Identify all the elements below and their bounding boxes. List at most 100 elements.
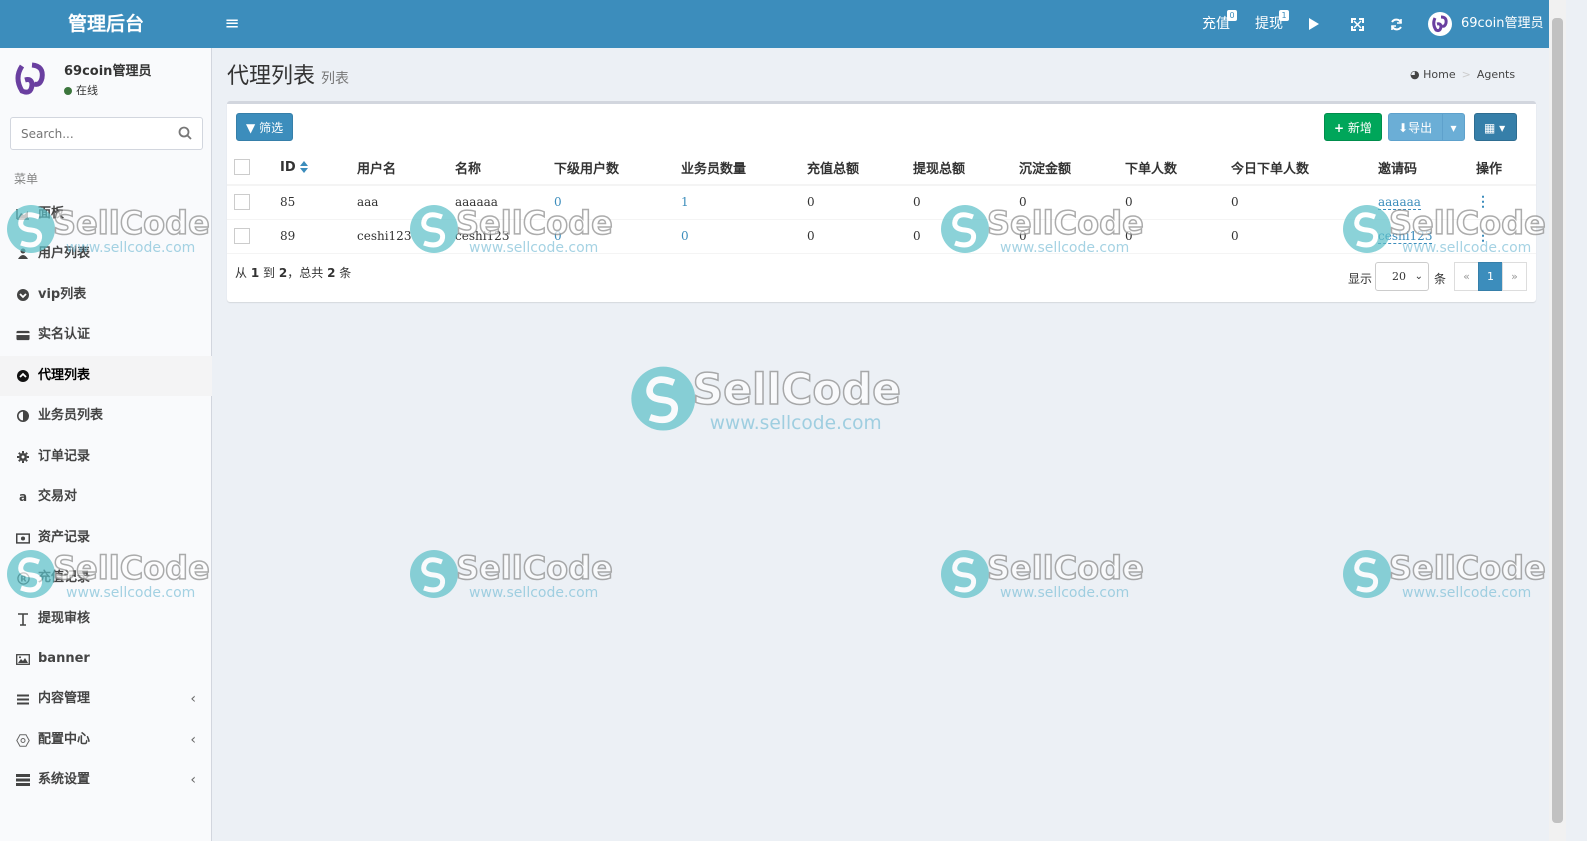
watermark-logo-icon (1343, 550, 1391, 598)
money-icon (16, 531, 30, 545)
sidebar-item-recharge[interactable]: R 充值记录 (0, 558, 212, 598)
cell-name: ceshi123 (455, 219, 554, 254)
pagination-info: 从 1 到 2，总共 2 条 (235, 266, 352, 280)
sidebar-item-content[interactable]: 内容管理 ‹ (0, 679, 212, 719)
prev-page-button[interactable]: « (1454, 262, 1479, 291)
sidebar-toggle-icon[interactable]: ≡ (222, 14, 242, 34)
online-status: 在线 (64, 82, 98, 98)
cell-invite-code[interactable]: aaaaaa (1378, 195, 1421, 211)
svg-text:R: R (20, 574, 26, 583)
play-icon[interactable] (1304, 14, 1324, 34)
amazon-icon: a (18, 490, 28, 504)
sidebar-item-dashboard[interactable]: 面板 (0, 194, 212, 234)
cell-today-order-people: 0 (1231, 219, 1378, 254)
app-logo[interactable]: 管理后台 (0, 0, 212, 48)
sort-icon (299, 161, 308, 173)
online-dot-icon (64, 87, 72, 95)
scrollbar-thumb[interactable] (1552, 18, 1563, 823)
user-avatar (9, 58, 51, 100)
image-icon (16, 652, 30, 666)
recharge-button[interactable]: 充值 (1202, 0, 1230, 48)
sidebar-item-agents[interactable]: 代理列表 (0, 356, 212, 396)
withdraw-button[interactable]: 提现 (1255, 0, 1283, 48)
more-actions-icon[interactable]: ⋮ (1476, 194, 1490, 210)
column-header-salesmen: 业务员数量 (681, 150, 807, 186)
sidebar-item-banner[interactable]: banner (0, 639, 212, 679)
column-header-order-people: 下单人数 (1125, 150, 1231, 186)
sidebar-item-vip[interactable]: vip列表 (0, 275, 212, 315)
sidebar-item-system[interactable]: 系统设置 ‹ (0, 760, 212, 800)
column-header-deposit: 沉淀金额 (1019, 150, 1125, 186)
page-size-select[interactable]: 20 ⌄ (1375, 262, 1429, 291)
watermark-brand: SellCode (986, 548, 1144, 588)
sidebar-item-salesmen[interactable]: 业务员列表 (0, 396, 212, 436)
cell-deposit: 0 (1019, 185, 1125, 220)
row-checkbox[interactable] (234, 228, 250, 244)
cell-today-order-people: 0 (1231, 185, 1378, 220)
cell-id: 85 (280, 185, 357, 220)
cell-recharge-total: 0 (807, 185, 913, 220)
user-panel: 69coin管理员 在线 (0, 48, 212, 106)
breadcrumb-current: Agents (1476, 68, 1516, 81)
sidebar-item-assets[interactable]: 资产记录 (0, 518, 212, 558)
add-button[interactable]: + 新增 (1324, 113, 1382, 141)
page-scrollbar[interactable] (1549, 0, 1566, 841)
download-icon: ⬇ (1398, 121, 1409, 135)
fullscreen-icon[interactable] (1347, 14, 1367, 34)
gear-icon (16, 450, 30, 464)
search-icon[interactable] (178, 126, 192, 140)
table-icon: ▦ (1484, 121, 1496, 135)
search-input[interactable] (11, 118, 161, 149)
export-dropdown-button[interactable]: ▾ (1442, 113, 1465, 141)
user-avatar-small[interactable] (1428, 12, 1452, 36)
caret-down-icon: ▾ (1499, 121, 1506, 135)
cell-deposit: 0 (1019, 219, 1125, 254)
page-title: 代理列表 (227, 64, 316, 89)
table-row: 85 aaa aaaaaa 0 1 0 0 0 0 0 aaaaaa ⋮ (227, 185, 1536, 220)
sidebar-item-orders[interactable]: 订单记录 (0, 437, 212, 477)
row-checkbox[interactable] (234, 194, 250, 211)
sidebar-item-config[interactable]: 配置中心 ‹ (0, 720, 212, 760)
more-actions-icon[interactable]: ⋮ (1476, 228, 1490, 244)
breadcrumb: ◕ Home > Agents (1410, 68, 1516, 81)
plus-icon: + (1334, 121, 1345, 135)
cell-invite-code[interactable]: ceshi123 (1378, 229, 1433, 244)
table-row: 89 ceshi123 ceshi123 0 0 0 0 0 0 0 ceshi… (227, 219, 1536, 254)
column-header-today-order-people: 今日下单人数 (1231, 150, 1378, 186)
watermark-logo-icon (941, 550, 989, 598)
refresh-icon[interactable] (1386, 14, 1406, 34)
hexagon-icon (16, 733, 30, 747)
column-header-sub-users: 下级用户数 (554, 150, 681, 186)
cell-sub-users-link[interactable]: 0 (554, 229, 562, 243)
users-icon (16, 247, 30, 261)
list-icon (16, 692, 30, 706)
breadcrumb-home[interactable]: Home (1423, 68, 1455, 81)
menu-header: 菜单 (14, 172, 39, 186)
cell-name: aaaaaa (455, 185, 554, 220)
chevron-circle-icon (16, 288, 30, 302)
select-all-checkbox[interactable] (234, 159, 250, 175)
page-1-button[interactable]: 1 (1478, 262, 1503, 291)
sidebar-item-trading-pairs[interactable]: a 交易对 (0, 477, 212, 517)
sidebar-search (10, 117, 203, 150)
sidebar-item-withdraw-review[interactable]: 提现审核 (0, 599, 212, 639)
header-user-name[interactable]: 69coin管理员 (1461, 0, 1544, 48)
sidebar-item-verification[interactable]: 实名认证 (0, 315, 212, 355)
export-button[interactable]: ⬇导出 (1388, 113, 1444, 141)
next-page-button[interactable]: » (1502, 262, 1527, 291)
watermark-url: www.sellcode.com (1000, 585, 1130, 601)
watermark-url: www.sellcode.com (469, 585, 599, 601)
sidebar-item-users[interactable]: 用户列表 (0, 234, 212, 274)
watermark-brand: SellCode (1388, 548, 1546, 588)
arrow-circle-icon (16, 369, 30, 383)
watermark-brand: SellCode (455, 548, 613, 588)
column-header-id[interactable]: ID (280, 150, 357, 186)
cell-username: ceshi123 (357, 219, 455, 254)
chevron-down-icon: ⌄ (1414, 271, 1423, 282)
cell-salesmen-link[interactable]: 1 (681, 195, 689, 209)
columns-toggle-button[interactable]: ▦ ▾ (1474, 113, 1517, 141)
recharge-badge: 0 (1227, 10, 1237, 21)
cell-sub-users-link[interactable]: 0 (554, 195, 562, 209)
filter-button[interactable]: ▼ 筛选 (236, 113, 294, 141)
cell-salesmen-link[interactable]: 0 (681, 229, 689, 243)
